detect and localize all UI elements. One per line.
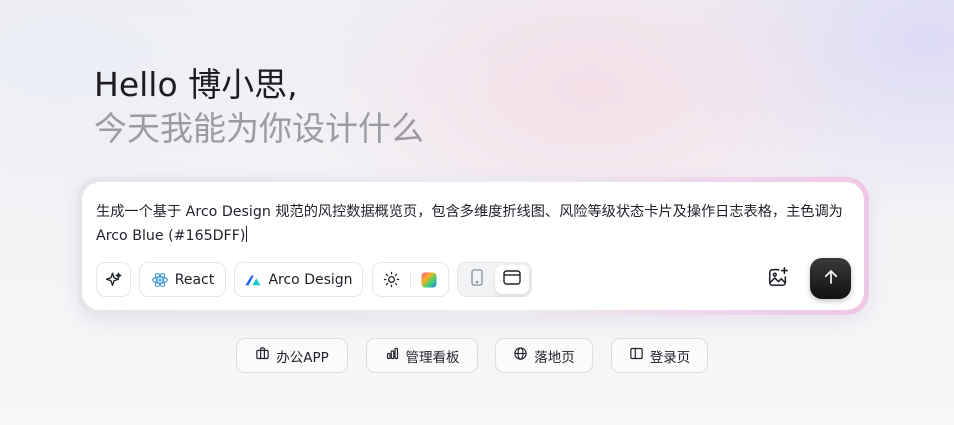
globe-icon	[513, 346, 528, 365]
template-label: 登录页	[649, 349, 691, 366]
image-add-icon	[767, 266, 789, 292]
device-mobile-option[interactable]	[460, 265, 494, 294]
theme-group	[372, 262, 449, 297]
greeting-subtitle: 今天我能为你设计什么	[94, 109, 424, 148]
prompt-text: 生成一个基于 Arco Design 规范的风控数据概览页，包含多维度折线图、风…	[96, 204, 843, 244]
arco-design-icon	[244, 272, 262, 288]
arrow-up-icon	[822, 268, 840, 290]
framework-label: React	[174, 271, 215, 288]
color-palette-button[interactable]	[411, 263, 448, 296]
text-caret	[246, 226, 248, 242]
upload-image-button[interactable]	[765, 266, 791, 292]
greeting-title: Hello 博小思,	[94, 65, 298, 104]
framework-select-button[interactable]: React	[139, 262, 226, 297]
prompt-input[interactable]: 生成一个基于 Arco Design 规范的风控数据概览页，包含多维度折线图、风…	[96, 200, 858, 248]
device-toggle	[457, 262, 532, 297]
react-icon	[151, 271, 169, 289]
prompt-panel: 生成一个基于 Arco Design 规范的风控数据概览页，包含多维度折线图、风…	[77, 177, 869, 315]
layout-icon	[629, 346, 644, 365]
color-palette-icon	[421, 272, 437, 288]
device-desktop-option[interactable]	[495, 265, 529, 294]
desktop-icon	[503, 270, 521, 289]
sparkle-icon	[105, 271, 123, 289]
bar-chart-icon	[385, 346, 400, 365]
template-label: 落地页	[534, 349, 575, 366]
theme-toggle-button[interactable]	[373, 263, 410, 296]
mobile-icon	[471, 269, 483, 290]
sun-icon	[383, 271, 400, 288]
prompt-card: 生成一个基于 Arco Design 规范的风控数据概览页，包含多维度折线图、风…	[82, 182, 864, 310]
design-system-label: Arco Design	[268, 271, 353, 288]
template-chip-login-page[interactable]: 登录页	[611, 338, 708, 373]
design-system-select-button[interactable]: Arco Design	[234, 262, 363, 297]
template-chip-dashboard[interactable]: 管理看板	[366, 338, 478, 373]
template-label: 办公APP	[276, 349, 329, 366]
enhance-prompt-button[interactable]	[96, 262, 131, 297]
template-chip-office-app[interactable]: 办公APP	[236, 338, 348, 373]
send-button[interactable]	[810, 258, 851, 299]
briefcase-icon	[255, 346, 270, 365]
template-chip-landing-page[interactable]: 落地页	[495, 338, 593, 373]
template-label: 管理看板	[405, 349, 460, 366]
